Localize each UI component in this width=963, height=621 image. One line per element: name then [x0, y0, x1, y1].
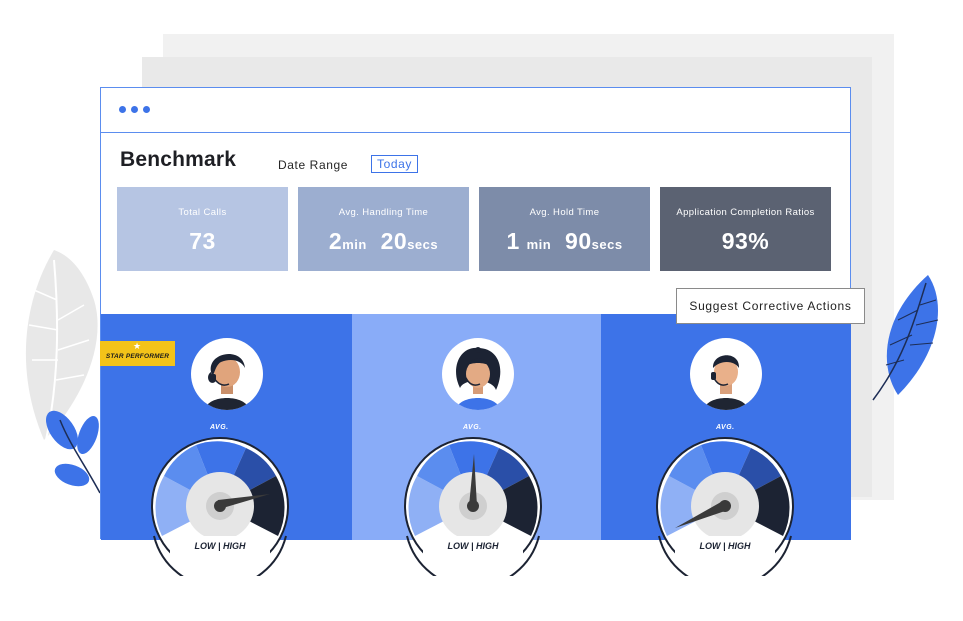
avg-label: AVG. [716, 424, 735, 431]
metric-label: Application Completion Ratios [676, 207, 815, 218]
performance-gauge-3: LOW | HIGH [656, 437, 794, 576]
metric-label: Total Calls [178, 207, 227, 218]
star-icon: ★ [133, 341, 142, 351]
metric-unit: min [342, 237, 367, 252]
gauge-label: LOW | HIGH [194, 541, 246, 551]
agent-3-portrait-icon [704, 355, 748, 410]
metric-value: 2min 20secs [298, 228, 469, 255]
agent-1-portrait-icon [205, 354, 249, 410]
metric-unit: secs [407, 237, 439, 252]
metric-value-seconds: 90 [565, 228, 592, 254]
window-dot-icon [131, 106, 138, 113]
agent-2-portrait-icon [456, 347, 501, 410]
star-performer-badge: ★ STAR PERFORMER [100, 341, 175, 366]
window-dot-icon [143, 106, 150, 113]
avg-label: AVG. [210, 424, 229, 431]
page-title: Benchmark [120, 148, 237, 171]
metric-unit: secs [591, 237, 623, 252]
gauge-label: LOW | HIGH [699, 541, 751, 551]
metric-card-hold-time: Avg. Hold Time 1 min 90secs [479, 187, 650, 271]
metric-unit: min [526, 237, 552, 252]
metric-value: 1 min 90secs [479, 228, 650, 255]
agent-avatar-2 [442, 338, 514, 410]
gauge-label: LOW | HIGH [447, 541, 499, 551]
metric-value: 93% [721, 228, 770, 254]
agent-avatar-3 [690, 338, 762, 410]
metric-value-minutes: 1 [506, 228, 520, 254]
metric-value-minutes: 2 [328, 228, 343, 254]
window-dot-icon [119, 106, 126, 113]
date-range-label: Date Range [278, 158, 349, 172]
metric-card-completion-ratio: Application Completion Ratios 93% [660, 187, 831, 271]
date-range-selector[interactable]: Today [371, 155, 418, 173]
suggest-corrective-actions-button[interactable]: Suggest Corrective Actions [676, 288, 865, 324]
metric-label: Avg. Hold Time [529, 207, 600, 218]
metric-card-total-calls: Total Calls 73 [117, 187, 288, 271]
agent-avatar-1 [191, 338, 263, 410]
performance-gauge-1: LOW | HIGH [151, 437, 289, 576]
metric-label: Avg. Handling Time [338, 207, 429, 218]
metric-card-handling-time: Avg. Handling Time 2min 20secs [298, 187, 469, 271]
metric-value-seconds: 20 [380, 228, 408, 254]
blue-leaf-large-icon [872, 275, 939, 401]
star-performer-label: STAR PERFORMER [105, 353, 170, 360]
performance-gauge-2: LOW | HIGH [404, 437, 542, 576]
avg-label: AVG. [463, 424, 482, 431]
window-titlebar [101, 88, 850, 133]
metric-value: 73 [189, 228, 216, 254]
